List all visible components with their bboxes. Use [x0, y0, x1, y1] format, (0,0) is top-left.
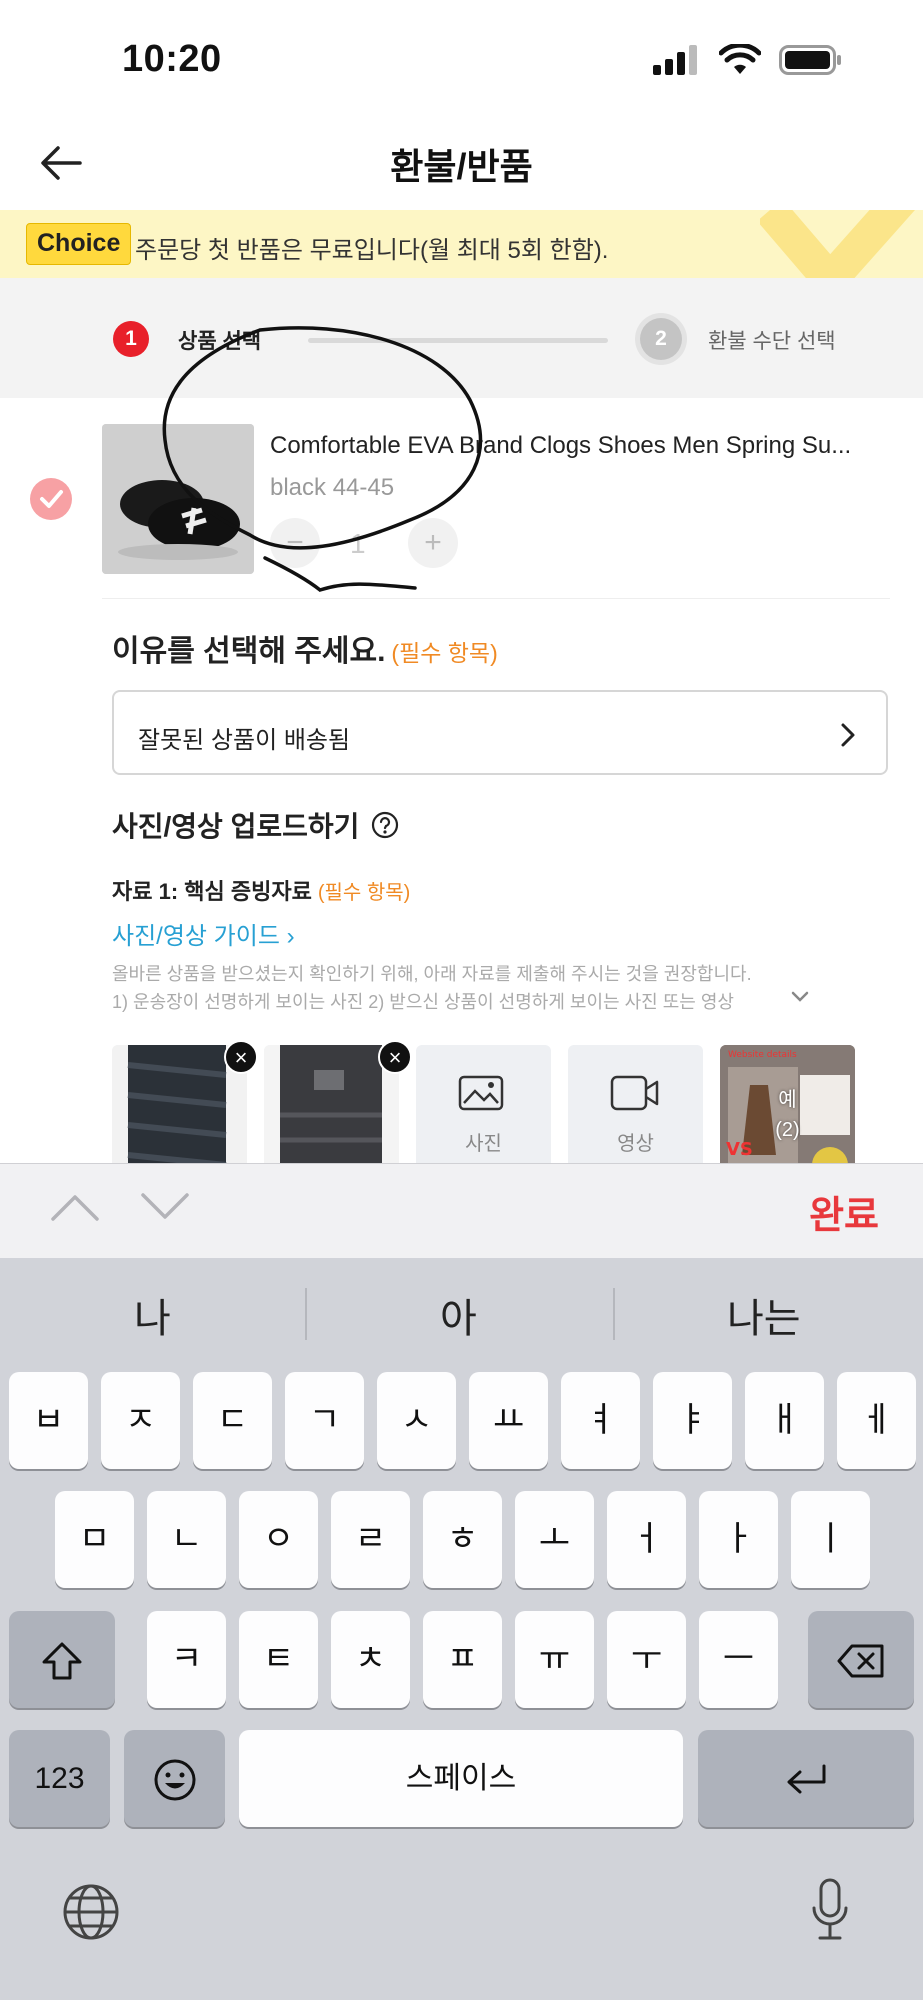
return-key[interactable]: [698, 1730, 914, 1827]
remove-photo-button[interactable]: ×: [378, 1040, 412, 1074]
key[interactable]: ㅐ: [745, 1372, 824, 1469]
key[interactable]: ㅁ: [55, 1491, 134, 1588]
shift-icon: [42, 1642, 82, 1680]
add-photo-button[interactable]: 사진: [416, 1045, 551, 1165]
svg-text:Website details: Website details: [728, 1050, 797, 1060]
upload-description: 올바른 상품을 받으셨는지 확인하기 위해, 아래 자료를 제출해 주시는 것을…: [112, 960, 902, 1016]
evidence-label: 자료 1: 핵심 증빙자료: [112, 879, 312, 904]
step-2-number: 2: [640, 318, 682, 360]
keyboard-toolbar: 완료: [0, 1163, 923, 1258]
return-icon: [787, 1764, 826, 1794]
banner-text: 주문당 첫 반품은 무료입니다(월 최대 5회 한함).: [135, 237, 609, 264]
done-button[interactable]: 완료: [809, 1184, 879, 1239]
chevron-down-icon[interactable]: [140, 1192, 190, 1222]
photo-guide-link[interactable]: 사진/영상 가이드 ›: [112, 916, 295, 951]
page-title: 환불/반품: [390, 146, 533, 187]
reason-heading: 이유를 선택해 주세요. (필수 항목): [112, 626, 498, 670]
key[interactable]: ㄱ: [285, 1372, 364, 1469]
required-tag: (필수 항목): [317, 882, 411, 904]
key[interactable]: ㅜ: [607, 1611, 686, 1708]
video-camera-icon: [610, 1075, 659, 1111]
nav-bar: 환불/반품: [0, 120, 923, 210]
choice-badge: Choice: [26, 223, 132, 265]
hand-drawn-circle-annotation: [162, 326, 483, 592]
description-line: 1) 운송장이 선명하게 보이는 사진 2) 받으신 상품이 선명하게 보이는 …: [112, 992, 734, 1012]
space-key[interactable]: 스페이스: [239, 1730, 683, 1827]
numbers-key[interactable]: 123: [9, 1730, 110, 1827]
description-line: 올바른 상품을 받으셨는지 확인하기 위해, 아래 자료를 제출해 주시는 것을…: [112, 964, 752, 984]
key[interactable]: ㅑ: [653, 1372, 732, 1469]
key[interactable]: ㅠ: [515, 1611, 594, 1708]
free-return-banner: Choice 주문당 첫 반품은 무료입니다(월 최대 5회 한함).: [0, 210, 923, 278]
key[interactable]: ㅊ: [331, 1611, 410, 1708]
suggestion-item[interactable]: 나: [134, 1286, 171, 1344]
step-2-label: 환불 수단 선택: [708, 330, 836, 353]
emoji-key[interactable]: [124, 1730, 225, 1827]
step-1-number: 1: [113, 321, 149, 357]
backspace-icon: [837, 1644, 884, 1678]
product-select-checkbox[interactable]: [30, 478, 72, 520]
status-time: 10:20: [122, 38, 222, 80]
key[interactable]: ㅌ: [239, 1611, 318, 1708]
key[interactable]: ㅅ: [377, 1372, 456, 1469]
status-icons: [653, 44, 843, 76]
key[interactable]: ㄷ: [193, 1372, 272, 1469]
add-video-button[interactable]: 영상: [568, 1045, 703, 1165]
key[interactable]: ㅛ: [469, 1372, 548, 1469]
example-thumbnail[interactable]: Website details VS 예 (2): [720, 1045, 855, 1165]
checkmark-icon: [40, 490, 63, 508]
key[interactable]: ㅋ: [147, 1611, 226, 1708]
expand-chevron-icon[interactable]: [790, 990, 810, 1004]
key[interactable]: ㅍ: [423, 1611, 502, 1708]
status-bar: 10:20: [0, 0, 923, 120]
suggestion-item[interactable]: 아: [440, 1286, 477, 1344]
reason-dropdown[interactable]: 잘못된 상품이 배송됨: [112, 690, 888, 775]
suggestion-bar: 나 아 나는: [0, 1258, 923, 1363]
cellular-signal-icon: [653, 45, 697, 75]
add-video-label: 영상: [617, 1133, 654, 1155]
key[interactable]: ㅣ: [791, 1491, 870, 1588]
suggestion-item[interactable]: 나는: [727, 1286, 801, 1344]
backspace-key[interactable]: [808, 1611, 914, 1708]
korean-keyboard: 나 아 나는 ㅂ ㅈ ㄷ ㄱ ㅅ ㅛ ㅕ ㅑ ㅐ ㅔ ㅁ ㄴ ㅇ ㄹ ㅎ ㅗ ㅓ…: [0, 1258, 923, 2000]
reason-title: 이유를 선택해 주세요.: [112, 635, 386, 668]
key[interactable]: ㅏ: [699, 1491, 778, 1588]
wifi-icon: [719, 44, 761, 74]
key[interactable]: ㅔ: [837, 1372, 916, 1469]
key[interactable]: ㅗ: [515, 1491, 594, 1588]
key[interactable]: ㅕ: [561, 1372, 640, 1469]
example-label: 예 (2): [720, 1085, 855, 1145]
key[interactable]: ㄹ: [331, 1491, 410, 1588]
suggestion-divider: [305, 1288, 307, 1340]
image-icon: [458, 1075, 504, 1111]
banner-decoration: [760, 210, 915, 278]
key[interactable]: ㄴ: [147, 1491, 226, 1588]
reason-selected-value: 잘못된 상품이 배송됨: [138, 727, 351, 754]
emoji-icon: [154, 1759, 195, 1801]
chevron-right-icon: [841, 723, 855, 747]
key[interactable]: ㅇ: [239, 1491, 318, 1588]
remove-photo-button[interactable]: ×: [224, 1040, 258, 1074]
help-icon[interactable]: [371, 811, 399, 839]
add-photo-label: 사진: [465, 1133, 502, 1155]
upload-row: × × 사진 영상 Website details VS 예 (2): [0, 1040, 923, 1165]
evidence-heading: 자료 1: 핵심 증빙자료 (필수 항목): [112, 874, 410, 906]
battery-icon: [779, 45, 841, 75]
upload-title: 사진/영상 업로드하기: [112, 811, 360, 842]
key[interactable]: ㅎ: [423, 1491, 502, 1588]
chevron-up-icon[interactable]: [50, 1192, 100, 1222]
key[interactable]: ㅡ: [699, 1611, 778, 1708]
microphone-icon[interactable]: [810, 1878, 850, 1942]
shift-key[interactable]: [9, 1611, 115, 1708]
key[interactable]: ㅂ: [9, 1372, 88, 1469]
key[interactable]: ㅓ: [607, 1491, 686, 1588]
globe-icon[interactable]: [62, 1883, 120, 1941]
suggestion-divider: [613, 1288, 615, 1340]
example-text: 예: [778, 1089, 797, 1111]
upload-heading: 사진/영상 업로드하기: [112, 805, 399, 845]
key[interactable]: ㅈ: [101, 1372, 180, 1469]
example-count: (2): [775, 1119, 800, 1141]
required-tag: (필수 항목): [391, 640, 498, 666]
